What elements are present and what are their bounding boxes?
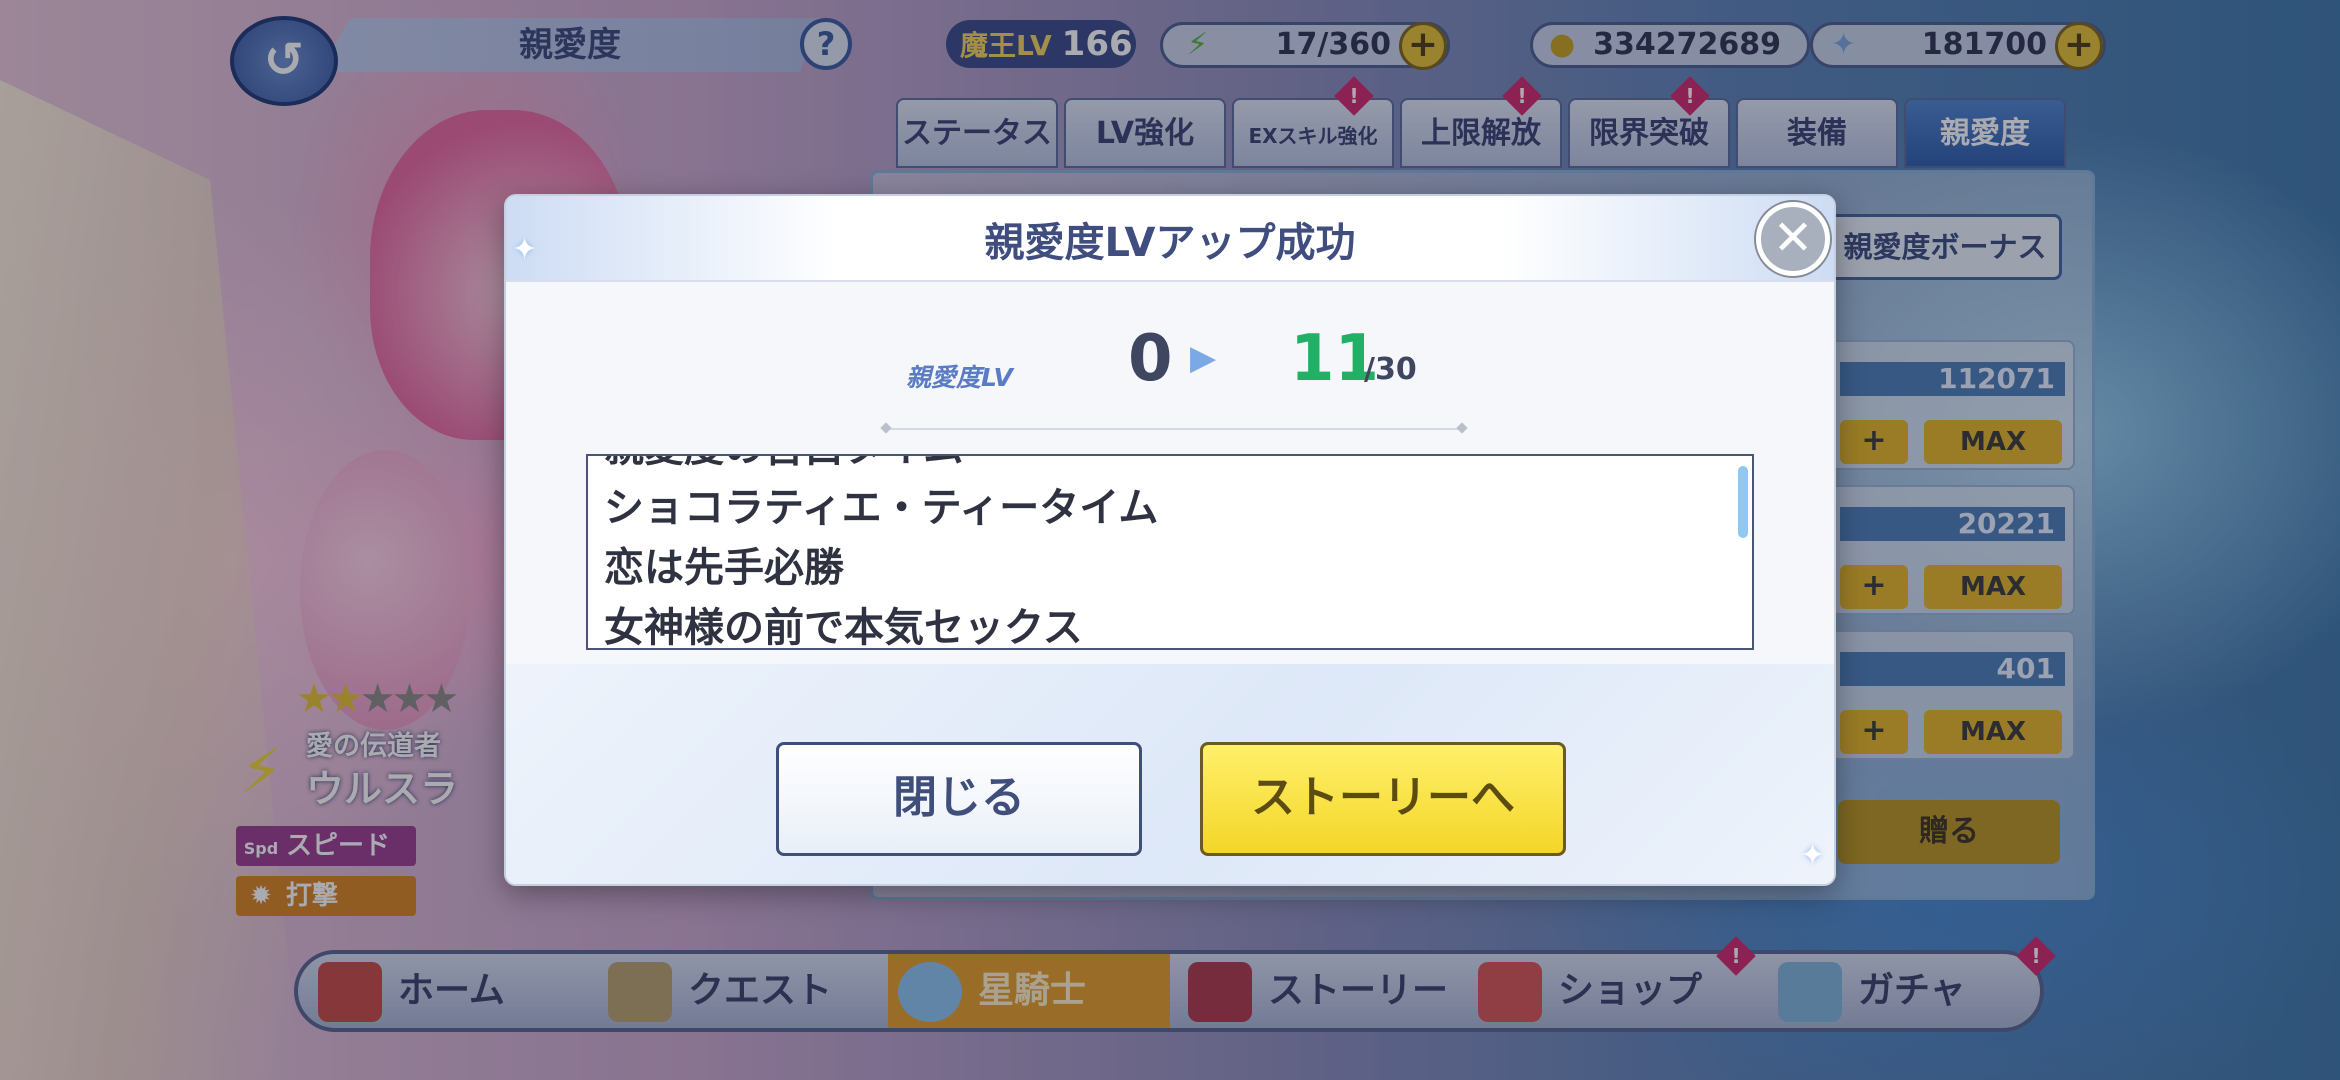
go-to-story-button[interactable]: ストーリーへ bbox=[1200, 742, 1566, 856]
close-button[interactable]: 閉じる bbox=[776, 742, 1142, 856]
list-item: ショコラティエ・ティータイム bbox=[604, 485, 1159, 531]
divider bbox=[886, 428, 1462, 430]
unlocked-story-list[interactable]: 親愛度の告白タイム ショコラティエ・ティータイム 恋は先手必勝 女神様の前で本気… bbox=[586, 454, 1754, 650]
dialog-footer-bg bbox=[506, 664, 1834, 884]
affection-level-label: 親愛度LV bbox=[906, 363, 1013, 392]
dialog-header: ✦ 親愛度LVアップ成功 bbox=[506, 196, 1834, 282]
list-item: 恋は先手必勝 bbox=[604, 545, 844, 591]
sparkle-icon: ✦ bbox=[1800, 838, 1826, 873]
level-from: 0 bbox=[1128, 322, 1173, 396]
arrow-right-icon: ▶ bbox=[1190, 338, 1217, 378]
level-up-dialog: ✦ 親愛度LVアップ成功 ✕ 親愛度LV 0 ▶ 11 /30 親愛度の告白タイ… bbox=[504, 194, 1836, 886]
dialog-title: 親愛度LVアップ成功 bbox=[984, 220, 1356, 266]
close-icon[interactable]: ✕ bbox=[1756, 202, 1830, 276]
list-item: 親愛度の告白タイム bbox=[604, 456, 1158, 478]
scrollbar[interactable] bbox=[1738, 466, 1748, 538]
list-item: 女神様の前で本気セックス bbox=[604, 605, 1083, 650]
level-max: /30 bbox=[1364, 352, 1417, 387]
affection-level-change: 親愛度LV 0 ▶ 11 /30 bbox=[506, 322, 1834, 412]
